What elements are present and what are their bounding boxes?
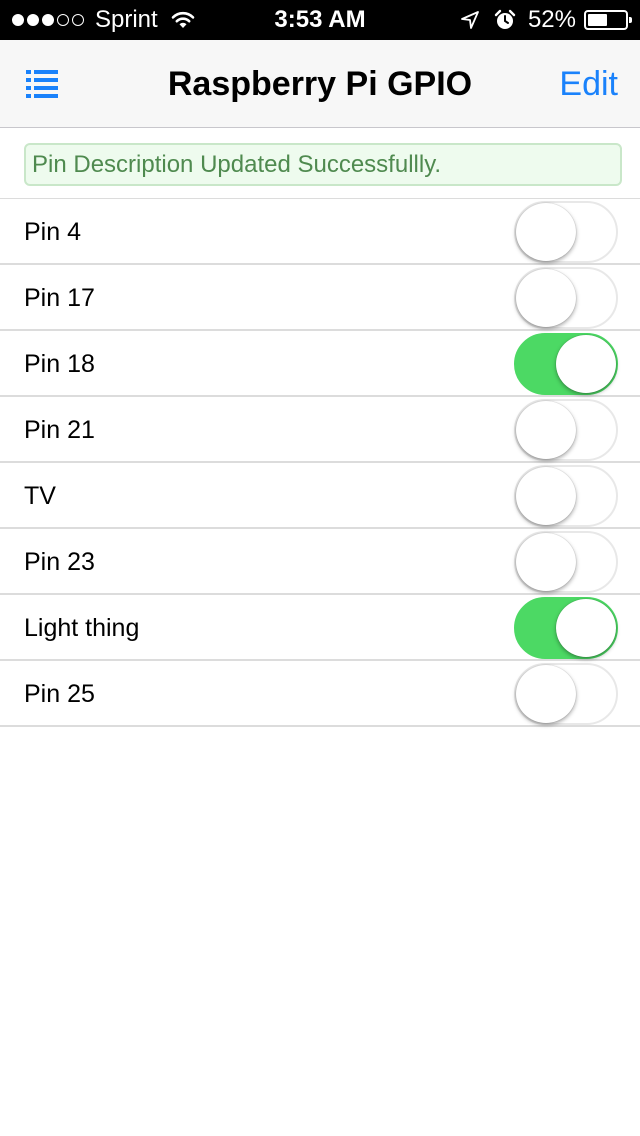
pin-toggle[interactable] [514, 597, 618, 659]
status-right: 52% [460, 0, 632, 40]
toggle-knob [516, 533, 576, 591]
page-title: Raspberry Pi GPIO [167, 64, 473, 103]
battery-percent: 52% [527, 6, 576, 33]
pin-label: Pin 4 [24, 217, 81, 246]
toggle-knob [516, 665, 576, 723]
signal-dots-icon [12, 14, 87, 26]
pin-row: Light thing [0, 595, 640, 661]
pin-toggle[interactable] [514, 465, 618, 527]
signal-dot [42, 14, 54, 26]
pin-row: Pin 17 [0, 265, 640, 331]
carrier-name: Sprint [95, 6, 158, 33]
app-screen: Sprint 3:53 AM 52% Raspberry Pi GPIO Edi… [0, 0, 640, 1136]
toggle-knob [556, 599, 616, 657]
pin-label: Pin 21 [24, 415, 95, 444]
pin-row: Pin 21 [0, 397, 640, 463]
toggle-knob [516, 467, 576, 525]
pin-toggle[interactable] [514, 201, 618, 263]
toggle-knob [516, 203, 576, 261]
toggle-knob [556, 335, 616, 393]
pin-label: TV [24, 481, 56, 510]
edit-button[interactable]: Edit [559, 40, 618, 128]
signal-dot [72, 14, 84, 26]
pin-label: Pin 23 [24, 547, 95, 576]
toggle-knob [516, 269, 576, 327]
alarm-clock-icon [494, 9, 516, 29]
battery-icon [584, 10, 632, 30]
signal-dot [12, 14, 24, 26]
signal-dot [27, 14, 39, 26]
pin-label: Light thing [24, 613, 140, 642]
pin-label: Pin 18 [24, 349, 95, 378]
pin-row: Pin 4 [0, 199, 640, 265]
toggle-knob [516, 401, 576, 459]
status-bar: Sprint 3:53 AM 52% [0, 0, 640, 40]
pin-toggle[interactable] [514, 663, 618, 725]
success-alert: Pin Description Updated Successfullly. [24, 143, 622, 186]
pin-toggle[interactable] [514, 333, 618, 395]
list-menu-icon [26, 70, 58, 98]
pin-label: Pin 17 [24, 283, 95, 312]
pin-label: Pin 25 [24, 679, 95, 708]
signal-dot [57, 14, 69, 26]
pin-row: TV [0, 463, 640, 529]
pin-toggle[interactable] [514, 399, 618, 461]
status-left: Sprint [12, 0, 196, 40]
pin-row: Pin 23 [0, 529, 640, 595]
location-arrow-icon [461, 11, 479, 29]
battery-tip [629, 17, 632, 23]
navigation-bar: Raspberry Pi GPIO Edit [0, 40, 640, 128]
menu-button[interactable] [16, 60, 68, 108]
pin-toggle[interactable] [514, 267, 618, 329]
pin-row: Pin 18 [0, 331, 640, 397]
wifi-icon [171, 11, 195, 28]
pin-row: Pin 25 [0, 661, 640, 727]
pin-toggle[interactable] [514, 531, 618, 593]
battery-fill [588, 14, 607, 26]
pin-list: Pin 4 Pin 17 Pin 18 Pin 21 TV Pin 23 Lig… [0, 198, 640, 727]
